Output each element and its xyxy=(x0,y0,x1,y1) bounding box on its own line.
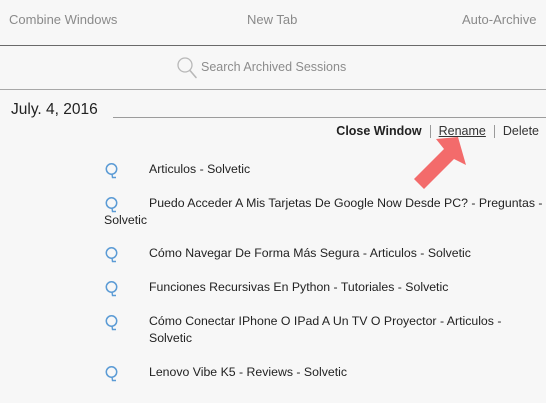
search-bar xyxy=(0,46,546,90)
tab-title: Lenovo Vibe K5 - Reviews - Solvetic xyxy=(149,365,347,379)
combine-windows-link[interactable]: Combine Windows xyxy=(9,12,117,27)
top-nav: Combine Windows New Tab Auto-Archive xyxy=(0,0,546,46)
tab-favicon-icon xyxy=(105,315,118,331)
tab-item[interactable]: Funciones Recursivas En Python - Tutoria… xyxy=(104,279,544,297)
search-input[interactable] xyxy=(201,58,401,76)
tab-title: Cómo Navegar De Forma Más Segura - Artic… xyxy=(149,246,471,260)
tab-item[interactable]: Cómo Navegar De Forma Más Segura - Artic… xyxy=(104,245,544,263)
tab-favicon-icon xyxy=(105,163,118,179)
auto-archive-link[interactable]: Auto-Archive xyxy=(462,12,536,27)
tab-title: Cómo Conectar IPhone O IPad A Un TV O Pr… xyxy=(149,314,502,345)
close-window-button[interactable]: Close Window xyxy=(336,124,421,138)
tab-favicon-icon xyxy=(105,197,118,213)
tab-title: Articulos - Solvetic xyxy=(149,162,251,176)
tab-item[interactable]: Lenovo Vibe K5 - Reviews - Solvetic xyxy=(104,364,544,382)
tab-item[interactable]: Puedo Acceder A Mis Tarjetas De Google N… xyxy=(104,195,544,229)
tab-favicon-icon xyxy=(105,281,118,297)
tab-title: Funciones Recursivas En Python - Tutoria… xyxy=(149,280,449,294)
action-separator xyxy=(493,124,495,138)
session-divider xyxy=(113,117,546,118)
tab-favicon-icon xyxy=(105,366,118,382)
new-tab-link[interactable]: New Tab xyxy=(247,12,297,27)
tab-list: Articulos - Solvetic Puedo Acceder A Mis… xyxy=(104,161,544,382)
search-icon xyxy=(177,57,197,79)
tab-title: Puedo Acceder A Mis Tarjetas De Google N… xyxy=(104,196,543,227)
tab-item[interactable]: Cómo Conectar IPhone O IPad A Un TV O Pr… xyxy=(104,313,544,347)
session-date: July. 4, 2016 xyxy=(11,101,98,118)
tab-item[interactable]: Articulos - Solvetic xyxy=(104,161,544,179)
delete-button[interactable]: Delete xyxy=(503,124,539,138)
tab-favicon-icon xyxy=(105,247,118,263)
